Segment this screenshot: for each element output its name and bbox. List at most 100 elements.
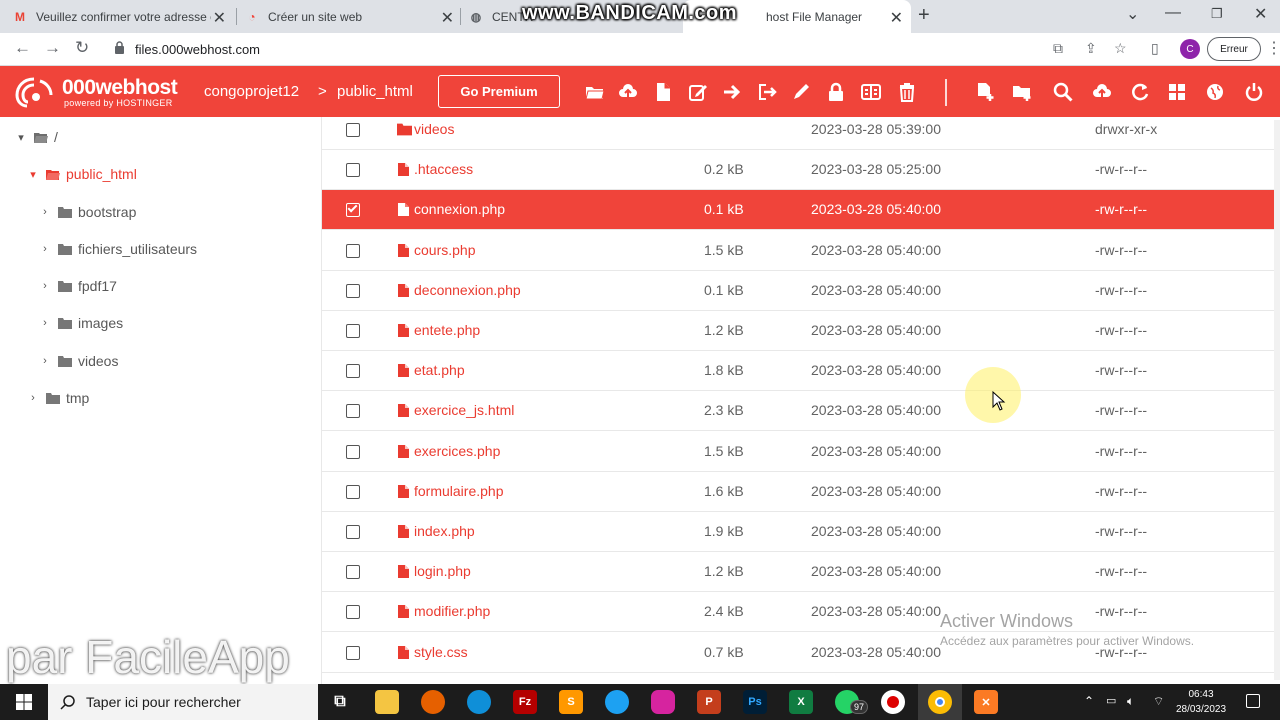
side-panel-icon[interactable]: ▯ — [1151, 40, 1159, 57]
windows-start-icon[interactable] — [16, 694, 32, 710]
file-name[interactable]: videos — [414, 121, 454, 137]
file-row[interactable]: connexion.php 0.1 kB 2023-03-28 05:40:00 -r… — [322, 190, 1275, 231]
file-row[interactable]: exercice_js.html 2.3 kB 2023-03-28 05:40:0… — [322, 391, 1275, 432]
lock-icon[interactable] — [114, 41, 125, 54]
row-checkbox[interactable] — [346, 444, 360, 459]
close-icon[interactable]: ✕ — [890, 8, 903, 28]
tree-item-root[interactable]: ▾ / — [14, 125, 58, 149]
back-icon[interactable]: ← — [14, 38, 31, 58]
file-row[interactable]: exercices.php 1.5 kB 2023-03-28 05:40:00 -r… — [322, 432, 1275, 472]
bookmark-star-icon[interactable]: ☆ — [1114, 40, 1127, 57]
new-file-plus-icon[interactable] — [972, 79, 998, 105]
move-icon[interactable] — [719, 79, 745, 105]
close-icon[interactable]: ✕ — [213, 8, 226, 28]
edit-icon[interactable] — [685, 79, 711, 105]
photoshop-icon[interactable]: Ps — [743, 690, 767, 714]
tree-item-fpdf17[interactable]: › fpdf17 — [38, 274, 117, 298]
row-checkbox[interactable] — [346, 404, 360, 419]
sublime-text-icon[interactable]: S — [559, 690, 583, 714]
file-row[interactable]: login.php 1.2 kB 2023-03-28 05:40:00 -rw-r-… — [322, 552, 1275, 593]
file-name[interactable]: .htaccess — [414, 161, 473, 177]
translate-icon[interactable]: ⧉ — [1053, 40, 1063, 57]
instagram-icon[interactable] — [651, 690, 675, 714]
file-name[interactable]: exercices.php — [414, 443, 500, 459]
tree-item-tmp[interactable]: › tmp — [26, 386, 89, 410]
file-name[interactable]: login.php — [414, 563, 471, 579]
archive-icon[interactable] — [858, 79, 884, 105]
expand-caret-icon[interactable]: ▾ — [14, 131, 28, 144]
profile-avatar[interactable]: C — [1180, 39, 1200, 59]
row-checkbox[interactable] — [346, 202, 360, 218]
tree-item-videos[interactable]: › videos — [38, 349, 118, 373]
file-row[interactable]: etat.php 1.8 kB 2023-03-28 05:40:00 -rw-r--… — [322, 351, 1275, 392]
file-row[interactable]: entete.php 1.2 kB 2023-03-28 05:40:00 -rw-r… — [322, 311, 1275, 351]
file-name[interactable]: style.css — [414, 644, 468, 660]
tray-overflow-icon[interactable]: ⌃ — [1084, 694, 1094, 708]
row-checkbox[interactable] — [346, 605, 360, 620]
file-name[interactable]: exercice_js.html — [414, 402, 514, 418]
open-folder-icon[interactable] — [582, 79, 608, 105]
file-name[interactable]: formulaire.php — [414, 483, 504, 499]
excel-icon[interactable]: X — [789, 690, 813, 714]
go-premium-button[interactable]: Go Premium — [438, 75, 560, 108]
taskbar-search[interactable]: Taper ici pour rechercher — [48, 684, 318, 720]
powerpoint-icon[interactable]: P — [697, 690, 721, 714]
xampp-icon[interactable]: ✕ — [974, 690, 998, 714]
scrollbar[interactable] — [1274, 120, 1280, 680]
search-icon[interactable] — [1050, 79, 1076, 105]
file-name[interactable]: index.php — [414, 523, 475, 539]
new-tab-button[interactable]: + — [918, 4, 930, 27]
firefox-icon[interactable] — [421, 690, 445, 714]
share-icon[interactable]: ⇪ — [1085, 40, 1097, 57]
chrome-icon[interactable] — [928, 690, 952, 714]
expand-caret-icon[interactable]: › — [38, 317, 52, 329]
upload-icon[interactable] — [615, 79, 641, 105]
row-checkbox[interactable] — [346, 324, 360, 338]
browser-menu-icon[interactable]: ⋮ — [1266, 38, 1280, 58]
new-folder-plus-icon[interactable] — [1009, 79, 1035, 105]
row-checkbox[interactable] — [346, 123, 360, 137]
wifi-icon[interactable]: ⌔ — [1153, 694, 1164, 709]
expand-caret-icon[interactable]: › — [26, 392, 40, 404]
copy-out-icon[interactable] — [754, 79, 780, 105]
power-icon[interactable] — [1241, 79, 1267, 105]
close-window-icon[interactable]: ✕ — [1254, 4, 1267, 24]
file-name[interactable]: etat.php — [414, 362, 465, 378]
record-icon[interactable] — [881, 690, 905, 714]
reload-icon[interactable]: ↻ — [75, 38, 89, 58]
tab-gmail[interactable]: M Veuillez confirmer votre adresse e ✕ — [12, 0, 234, 33]
restore-icon[interactable]: ❐ — [1211, 6, 1223, 22]
file-row[interactable]: formulaire.php 1.6 kB 2023-03-28 05:40:00 -… — [322, 472, 1275, 512]
breadcrumb-folder[interactable]: public_html — [337, 83, 413, 100]
file-row[interactable]: index.php 1.9 kB 2023-03-28 05:40:00 -rw-r-… — [322, 512, 1275, 552]
row-checkbox[interactable] — [346, 364, 360, 379]
expand-caret-icon[interactable]: › — [38, 243, 52, 255]
tree-item-images[interactable]: › images — [38, 311, 123, 335]
filezilla-icon[interactable]: Fz — [513, 690, 537, 714]
forward-icon[interactable]: → — [44, 38, 61, 58]
file-name[interactable]: entete.php — [414, 322, 480, 338]
new-file-icon[interactable] — [650, 79, 676, 105]
file-name[interactable]: deconnexion.php — [414, 282, 521, 298]
000webhost-logo-icon[interactable] — [14, 75, 54, 109]
file-row[interactable]: .htaccess 0.2 kB 2023-03-28 05:25:00 -rw-r-… — [322, 150, 1275, 191]
globe-icon[interactable] — [1202, 79, 1228, 105]
file-name[interactable]: modifier.php — [414, 603, 490, 619]
tree-item-public-html[interactable]: ▾ public_html — [26, 162, 137, 186]
row-checkbox[interactable] — [346, 484, 360, 499]
row-checkbox[interactable] — [346, 525, 360, 539]
task-view-icon[interactable]: ⧉ — [328, 690, 352, 714]
file-name[interactable]: cours.php — [414, 242, 475, 258]
expand-caret-icon[interactable]: › — [38, 206, 52, 218]
breadcrumb-site[interactable]: congoprojet12 — [204, 83, 299, 100]
refresh-icon[interactable] — [1127, 79, 1153, 105]
file-row[interactable]: cours.php 1.5 kB 2023-03-28 05:40:00 -rw-r-… — [322, 231, 1275, 271]
lock-permissions-icon[interactable] — [823, 79, 849, 105]
network-icon[interactable]: ▭ — [1106, 694, 1116, 707]
cloud-upload-icon[interactable] — [1089, 79, 1115, 105]
grid-view-icon[interactable] — [1164, 79, 1190, 105]
file-name[interactable]: connexion.php — [414, 201, 505, 217]
volume-icon[interactable]: 🔈︎ — [1127, 694, 1134, 709]
edge-icon[interactable] — [467, 690, 491, 714]
minimize-icon[interactable]: — — [1165, 4, 1181, 22]
